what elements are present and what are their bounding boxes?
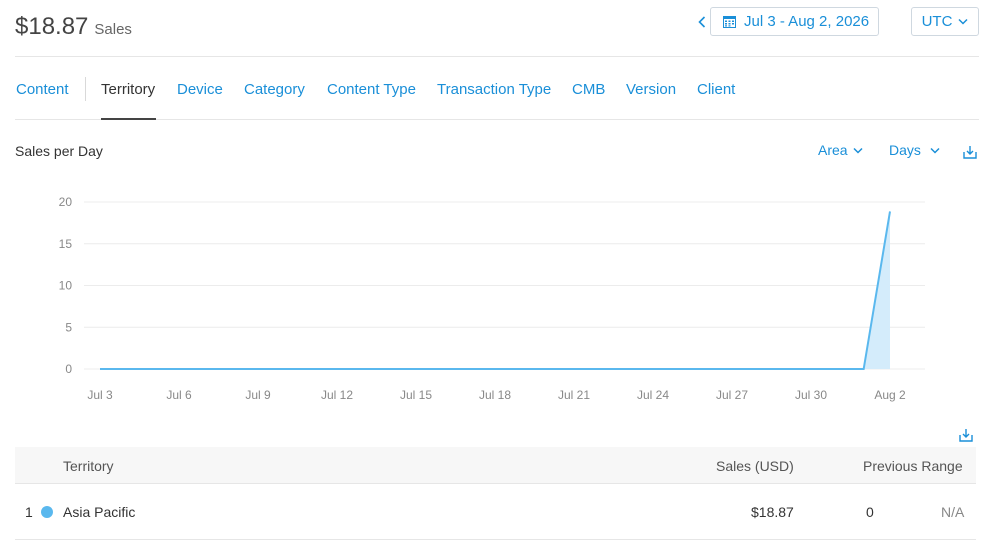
chevron-down-icon: [930, 147, 940, 154]
download-icon[interactable]: [958, 427, 974, 443]
x-tick-label: Jul 27: [716, 388, 748, 402]
row-territory: Asia Pacific: [63, 504, 136, 520]
calendar-icon: [723, 16, 736, 28]
table-row[interactable]: 1 Asia Pacific $18.87 0 N/A: [15, 484, 976, 540]
timezone-select[interactable]: UTC: [911, 7, 979, 36]
y-tick-label: 5: [65, 320, 72, 334]
column-header-sales[interactable]: Sales (USD): [716, 458, 794, 474]
x-tick-label: Jul 3: [87, 388, 113, 402]
previous-range-button[interactable]: [694, 11, 710, 33]
x-tick-label: Jul 6: [166, 388, 192, 402]
tab-divider: [85, 77, 86, 101]
chart-title: Sales per Day: [15, 143, 103, 159]
y-tick-label: 10: [59, 279, 73, 293]
x-tick-label: Jul 9: [245, 388, 271, 402]
chevron-down-icon: [853, 147, 863, 154]
row-sales: $18.87: [751, 504, 794, 520]
page-header: $18.87 Sales Jul 3 - Aug 2, 2026 UTC: [15, 0, 979, 57]
chart-type-value: Area: [818, 142, 848, 158]
tab-client[interactable]: Client: [697, 81, 735, 98]
row-rank: 1: [25, 504, 33, 520]
tab-category[interactable]: Category: [244, 81, 305, 98]
x-tick-label: Jul 15: [400, 388, 432, 402]
tab-cmb[interactable]: CMB: [572, 81, 605, 98]
chevron-down-icon: [958, 18, 968, 25]
active-tab-indicator: [101, 118, 156, 120]
date-range-label: Jul 3 - Aug 2, 2026: [744, 13, 870, 30]
column-header-territory[interactable]: Territory: [63, 458, 114, 474]
total-sales-label: Sales: [94, 21, 132, 38]
tab-version[interactable]: Version: [626, 81, 676, 98]
tab-territory[interactable]: Territory: [101, 81, 155, 98]
x-tick-label: Aug 2: [874, 388, 906, 402]
x-tick-label: Jul 18: [479, 388, 511, 402]
y-tick-label: 0: [65, 362, 72, 376]
sales-area-chart: 0 5 10 15 20 Jul 3 Jul 6 Jul 9 Jul 12 Jul 15 Jul 1…: [59, 195, 925, 402]
table-header: Territory Sales (USD) Previous Range: [15, 447, 976, 484]
tab-transaction-type[interactable]: Transaction Type: [437, 81, 551, 98]
x-tick-label: Jul 21: [558, 388, 590, 402]
x-tick-label: Jul 24: [637, 388, 669, 402]
x-tick-label: Jul 12: [321, 388, 353, 402]
chevron-left-icon: [698, 16, 706, 28]
row-previous: 0: [866, 504, 874, 520]
interval-select[interactable]: Days: [889, 142, 940, 158]
series-line: [100, 211, 891, 370]
y-tick-label: 15: [59, 237, 73, 251]
chart-type-select[interactable]: Area: [818, 142, 863, 158]
tab-content[interactable]: Content: [16, 81, 69, 98]
row-change: N/A: [941, 504, 965, 520]
tab-device[interactable]: Device: [177, 81, 223, 98]
series-color-dot: [41, 506, 53, 518]
column-header-previous-range[interactable]: Previous Range: [863, 458, 963, 474]
timezone-value: UTC: [921, 13, 953, 30]
territory-table: Territory Sales (USD) Previous Range 1 A…: [15, 447, 976, 540]
dimension-tabs: Content Territory Device Category Conten…: [15, 57, 979, 120]
download-icon[interactable]: [962, 144, 978, 160]
sales-summary: $18.87 Sales: [15, 13, 132, 41]
tab-content-type[interactable]: Content Type: [327, 81, 416, 98]
date-range-picker[interactable]: Jul 3 - Aug 2, 2026: [710, 7, 879, 36]
interval-value: Days: [889, 142, 921, 158]
series-area: [100, 211, 890, 369]
x-tick-label: Jul 30: [795, 388, 827, 402]
y-tick-label: 20: [59, 195, 73, 209]
total-sales-value: $18.87: [15, 13, 89, 40]
